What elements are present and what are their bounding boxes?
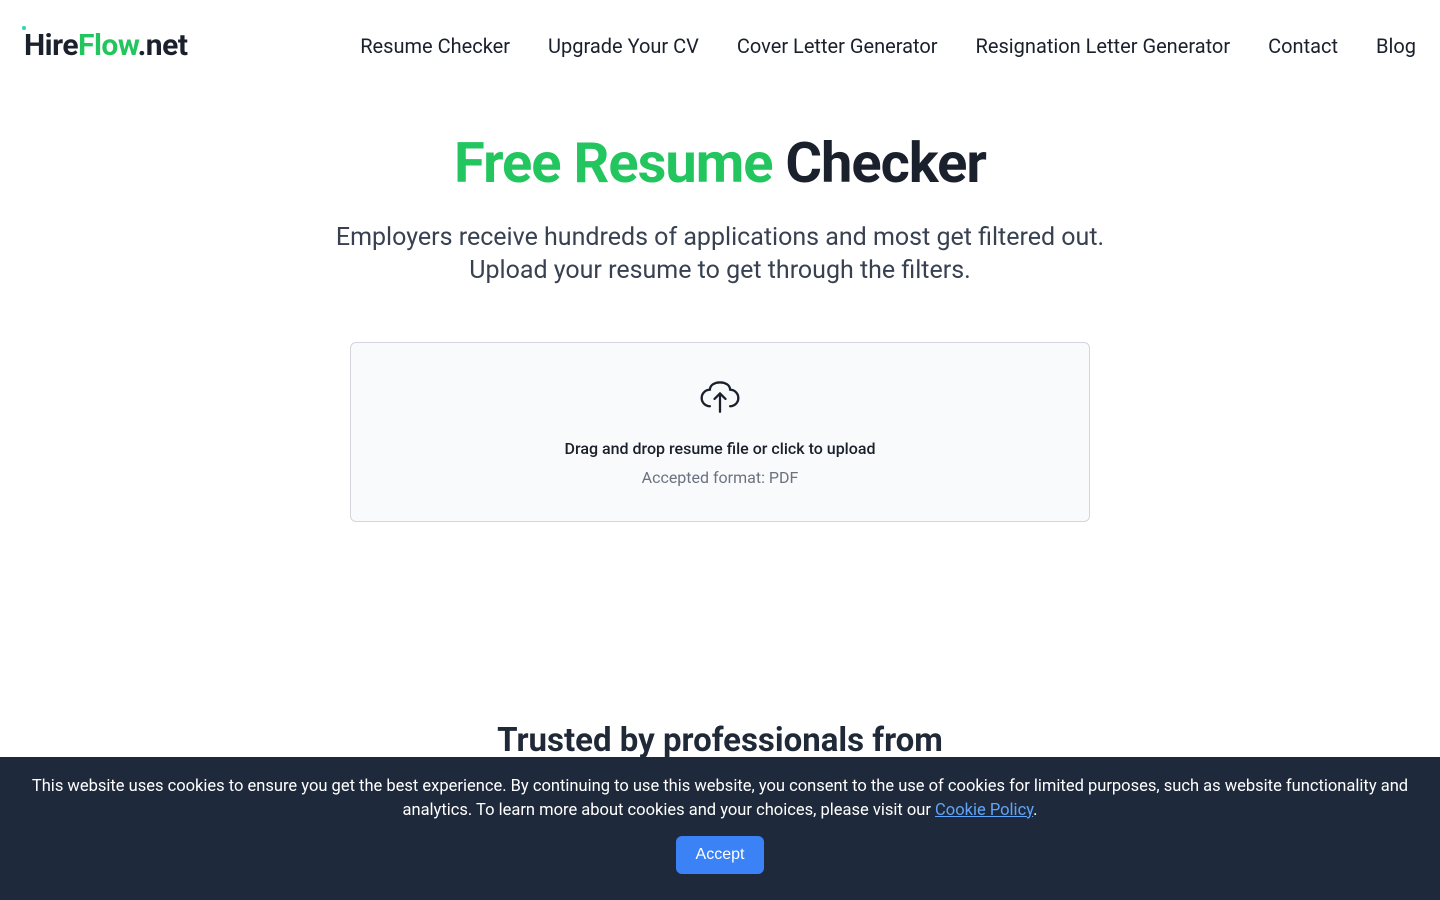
- cookie-text: This website uses cookies to ensure you …: [16, 775, 1424, 822]
- nav-resume-checker[interactable]: Resume Checker: [360, 34, 510, 58]
- logo[interactable]: HireFlow.net: [24, 28, 187, 63]
- cookie-message-end: .: [1033, 801, 1037, 820]
- upload-dropzone[interactable]: Drag and drop resume file or click to up…: [350, 342, 1090, 522]
- nav-blog[interactable]: Blog: [1376, 34, 1416, 58]
- cookie-accept-button[interactable]: Accept: [676, 836, 765, 874]
- logo-part-net: .net: [138, 28, 188, 63]
- nav-resignation-letter-generator[interactable]: Resignation Letter Generator: [976, 34, 1231, 58]
- hero-title: Free Resume Checker: [40, 133, 1400, 195]
- nav-contact[interactable]: Contact: [1268, 34, 1338, 58]
- cloud-upload-icon: [698, 379, 742, 417]
- upload-format-hint: Accepted format: PDF: [371, 468, 1069, 487]
- upload-container: Drag and drop resume file or click to up…: [350, 342, 1090, 522]
- cookie-policy-link[interactable]: Cookie Policy: [935, 801, 1033, 820]
- trusted-section: Trusted by professionals from: [0, 721, 1440, 760]
- main-nav: Resume Checker Upgrade Your CV Cover Let…: [360, 34, 1416, 58]
- upload-instruction: Drag and drop resume file or click to up…: [371, 439, 1069, 458]
- hero-title-highlight: Free Resume: [454, 130, 772, 196]
- header: HireFlow.net Resume Checker Upgrade Your…: [0, 0, 1440, 91]
- nav-cover-letter-generator[interactable]: Cover Letter Generator: [737, 34, 938, 58]
- hero-subtitle-line1: Employers receive hundreds of applicatio…: [336, 223, 1104, 252]
- hero-section: Free Resume Checker Employers receive hu…: [0, 133, 1440, 522]
- cookie-message: This website uses cookies to ensure you …: [32, 777, 1408, 819]
- hero-subtitle: Employers receive hundreds of applicatio…: [40, 221, 1400, 289]
- hero-title-rest: Checker: [772, 130, 985, 196]
- logo-part-flow: Flow: [78, 28, 138, 63]
- logo-part-hire: Hire: [24, 28, 78, 63]
- cookie-banner: This website uses cookies to ensure you …: [0, 757, 1440, 900]
- trusted-title: Trusted by professionals from: [0, 721, 1440, 760]
- hero-subtitle-line2: Upload your resume to get through the fi…: [469, 256, 970, 285]
- nav-upgrade-cv[interactable]: Upgrade Your CV: [548, 34, 699, 58]
